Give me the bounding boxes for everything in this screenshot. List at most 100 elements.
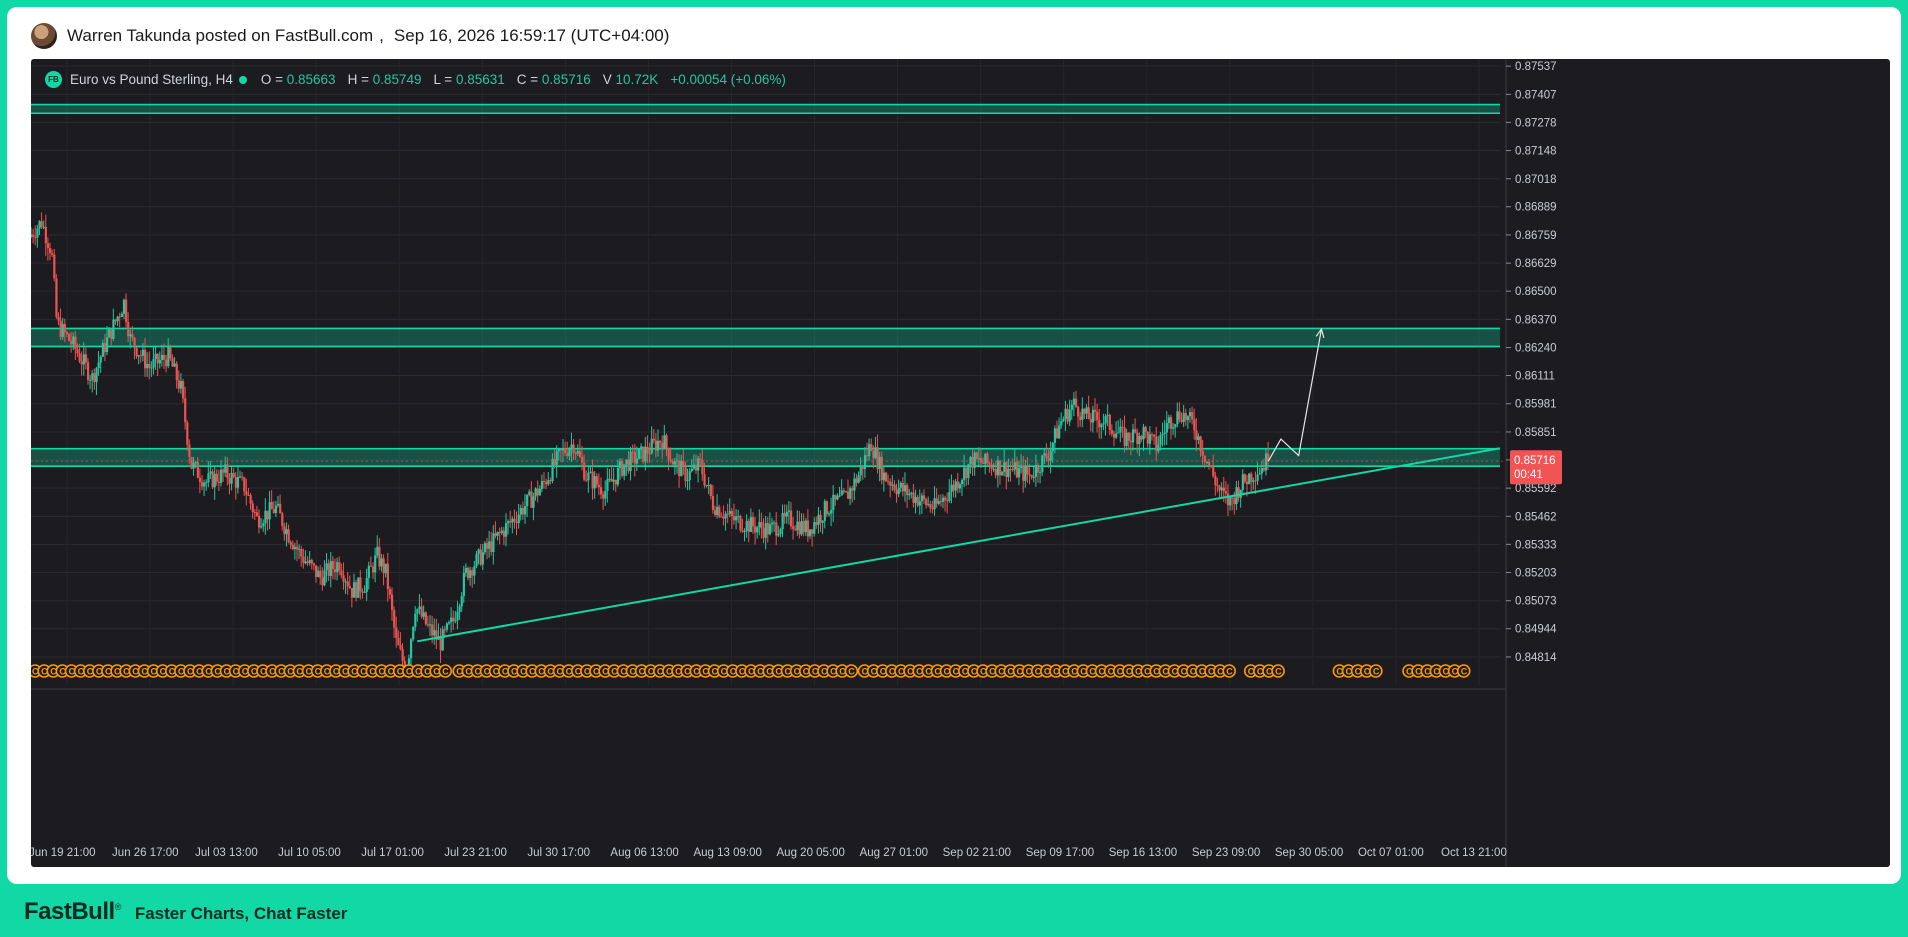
candle[interactable]	[735, 516, 738, 521]
candle[interactable]	[1058, 425, 1061, 439]
candle[interactable]	[865, 455, 869, 457]
candle[interactable]	[1172, 427, 1175, 429]
candle[interactable]	[730, 510, 734, 517]
candle[interactable]	[346, 581, 349, 587]
candle[interactable]	[1060, 421, 1063, 426]
candle[interactable]	[414, 613, 417, 627]
candle[interactable]	[1233, 498, 1236, 505]
candle[interactable]	[825, 501, 829, 515]
candle[interactable]	[1127, 432, 1130, 441]
candle[interactable]	[1030, 474, 1033, 478]
candle[interactable]	[1174, 424, 1177, 428]
candle[interactable]	[1102, 423, 1105, 425]
candle[interactable]	[599, 487, 603, 495]
candle[interactable]	[1125, 432, 1128, 446]
candle[interactable]	[458, 606, 461, 612]
candle[interactable]	[344, 581, 347, 583]
candle[interactable]	[268, 502, 271, 520]
resistance-zone[interactable]	[31, 328, 1500, 347]
candle[interactable]	[264, 510, 267, 524]
candle[interactable]	[1009, 468, 1012, 470]
candle[interactable]	[110, 329, 113, 340]
candle[interactable]	[1216, 485, 1219, 487]
candle[interactable]	[844, 491, 848, 493]
candle[interactable]	[1176, 411, 1179, 425]
candle[interactable]	[266, 510, 269, 520]
candle[interactable]	[1167, 417, 1171, 424]
candle[interactable]	[213, 473, 216, 488]
candle[interactable]	[409, 639, 413, 659]
candle[interactable]	[200, 482, 204, 487]
candle[interactable]	[967, 464, 970, 479]
candle[interactable]	[198, 477, 202, 483]
candle[interactable]	[1064, 408, 1067, 420]
candle[interactable]	[640, 446, 643, 450]
candle[interactable]	[578, 451, 582, 457]
candle[interactable]	[549, 480, 552, 482]
candle[interactable]	[851, 488, 854, 491]
candle[interactable]	[127, 322, 130, 337]
candle[interactable]	[545, 481, 548, 485]
candle[interactable]	[137, 355, 140, 357]
candle[interactable]	[523, 506, 527, 515]
candle[interactable]	[509, 521, 512, 523]
candle[interactable]	[1140, 435, 1143, 440]
author-line[interactable]: Warren Takunda posted on FastBull.com	[67, 26, 373, 46]
candle[interactable]	[1051, 442, 1054, 451]
candle[interactable]	[661, 442, 664, 449]
candle[interactable]	[517, 514, 520, 524]
candle[interactable]	[800, 521, 803, 535]
candle[interactable]	[1210, 466, 1213, 468]
candle[interactable]	[1256, 474, 1259, 481]
candle[interactable]	[1112, 433, 1116, 438]
candle[interactable]	[454, 620, 457, 622]
candle[interactable]	[618, 461, 622, 468]
candle[interactable]	[129, 334, 132, 337]
candle[interactable]	[1138, 435, 1141, 445]
candle[interactable]	[838, 495, 841, 497]
candle[interactable]	[323, 570, 326, 586]
candle[interactable]	[1205, 461, 1209, 463]
candle[interactable]	[1032, 476, 1035, 478]
candle[interactable]	[1186, 416, 1190, 421]
candle[interactable]	[477, 549, 480, 554]
candle[interactable]	[219, 469, 223, 483]
candle[interactable]	[1224, 491, 1228, 494]
candle[interactable]	[920, 495, 924, 502]
candle[interactable]	[551, 459, 554, 482]
candle[interactable]	[103, 343, 107, 353]
candle[interactable]	[998, 460, 1002, 476]
candle[interactable]	[760, 522, 763, 529]
candle[interactable]	[925, 499, 928, 505]
candle[interactable]	[530, 491, 533, 508]
candle[interactable]	[321, 577, 324, 586]
candle[interactable]	[956, 481, 959, 489]
candle[interactable]	[604, 491, 607, 499]
candle[interactable]	[236, 477, 240, 488]
candle[interactable]	[188, 444, 191, 458]
candle[interactable]	[1108, 414, 1111, 431]
candle[interactable]	[521, 508, 525, 515]
candle[interactable]	[181, 381, 185, 399]
candle[interactable]	[745, 520, 748, 531]
candle[interactable]	[78, 353, 81, 362]
candle[interactable]	[931, 508, 934, 510]
candle[interactable]	[975, 452, 978, 459]
candle[interactable]	[245, 491, 248, 495]
candle[interactable]	[1085, 407, 1088, 414]
candle[interactable]	[732, 516, 736, 521]
candle[interactable]	[105, 337, 109, 353]
candle[interactable]	[502, 530, 506, 537]
candle[interactable]	[473, 566, 476, 576]
candle[interactable]	[479, 549, 482, 565]
candle[interactable]	[304, 561, 307, 564]
candle[interactable]	[300, 548, 303, 557]
candle[interactable]	[724, 513, 727, 519]
candle[interactable]	[1028, 474, 1031, 476]
candle[interactable]	[1150, 434, 1154, 436]
candle[interactable]	[621, 461, 624, 476]
candle[interactable]	[289, 542, 292, 545]
candle[interactable]	[1020, 465, 1023, 469]
candle[interactable]	[688, 471, 691, 481]
candle[interactable]	[243, 477, 246, 492]
